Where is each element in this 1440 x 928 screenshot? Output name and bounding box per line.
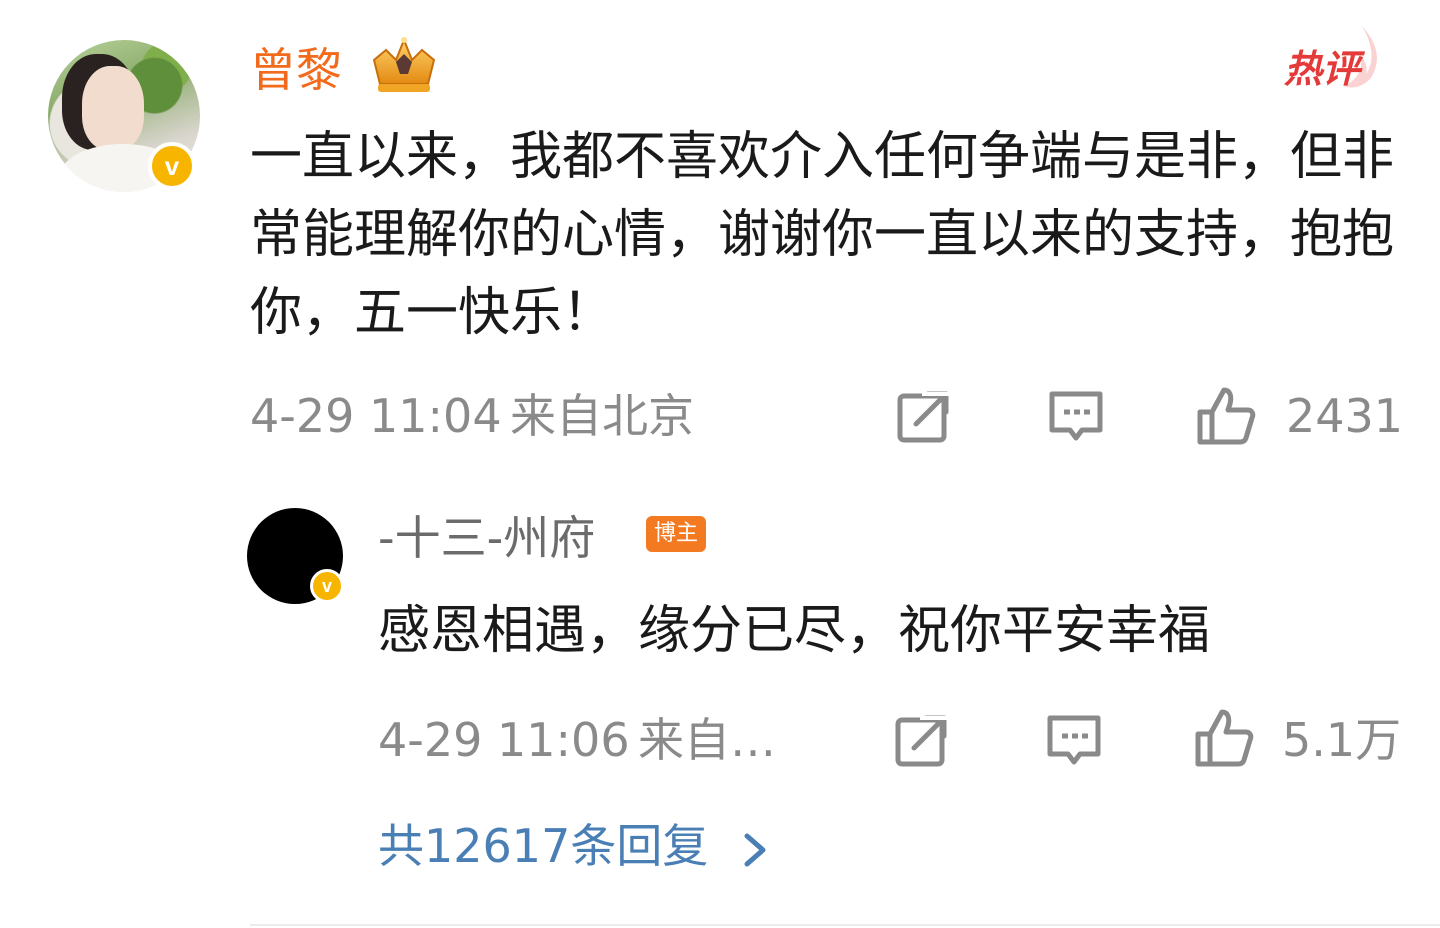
avatar-face (82, 66, 144, 150)
reply-text: 感恩相遇，缘分已尽，祝你平安幸福 (378, 601, 1211, 661)
thumbs-up-icon (1197, 387, 1256, 445)
reply-like-button[interactable] (1194, 708, 1254, 768)
verified-badge-icon: v (148, 142, 196, 190)
username[interactable]: 曾黎 (250, 40, 342, 100)
reply-username[interactable]: -十三-州府 (378, 508, 595, 568)
crown-icon (372, 37, 436, 92)
comment-button[interactable] (1046, 386, 1106, 446)
like-count: 2431 (1286, 389, 1404, 443)
chevron-right-icon (744, 833, 766, 866)
reply-like-count: 5.1万 (1282, 713, 1402, 767)
share-icon (897, 391, 950, 443)
author-badge: 博主 (646, 516, 707, 552)
comment-location: 来自北京 (510, 389, 694, 443)
hot-comment-tag: 热评 (1284, 47, 1361, 91)
comment-text: 一直以来，我都不喜欢介入任何争端与是非，但非常能理解你的心情，谢谢你一直以来的支… (250, 127, 1395, 343)
like-button[interactable] (1196, 386, 1256, 446)
reply-location: 来自… (638, 713, 776, 767)
thumbs-up-icon (1195, 709, 1254, 767)
more-replies-link[interactable]: 共12617条回复 (378, 818, 771, 874)
repost-button[interactable] (894, 386, 954, 446)
comment-time: 4-29 11:04 (250, 389, 502, 443)
share-icon (895, 715, 948, 767)
more-replies-label: 共12617条回复 (378, 819, 709, 873)
verified-badge-icon: v (310, 569, 344, 603)
reply-time: 4-29 11:06 (378, 713, 630, 767)
reply-comment-button[interactable] (1044, 710, 1104, 770)
comment-icon (1049, 391, 1103, 441)
divider (250, 924, 1440, 926)
reply-repost-button[interactable] (892, 710, 952, 770)
comment-icon (1047, 715, 1101, 765)
